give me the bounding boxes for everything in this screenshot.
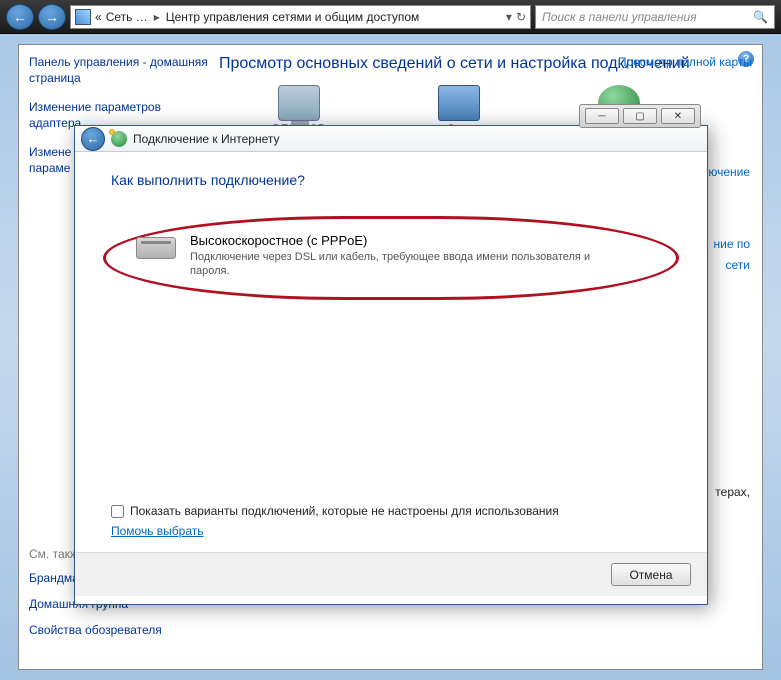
help-choose-link[interactable]: Помочь выбрать [111,524,204,538]
wizard-body: Как выполнить подключение? Высокоскорост… [75,152,707,552]
breadcrumb-item[interactable]: Центр управления сетями и общим доступом [166,10,420,24]
show-all-options-checkbox[interactable] [111,505,124,518]
search-input[interactable]: Поиск в панели управления 🔍 [535,5,775,29]
right-text-fragment: терах, [715,485,750,499]
wizard-title: Подключение к Интернету [133,132,280,146]
minimize-button[interactable]: ─ [585,108,619,124]
cancel-button[interactable]: Отмена [611,563,691,586]
connect-wizard-dialog: ─ ▢ ✕ ← Подключение к Интернету Как выпо… [74,125,708,605]
internet-globe-icon [111,131,127,147]
search-icon: 🔍 [753,10,768,24]
option-title: Высокоскоростное (с PPPoE) [190,233,630,248]
network-icon [438,85,480,121]
breadcrumb[interactable]: « Сеть … ▸ Центр управления сетями и общ… [70,5,531,29]
right-link-fragment[interactable]: лючение [701,165,750,181]
full-map-link[interactable]: Просмотр полной карты [618,55,752,69]
breadcrumb-item[interactable]: Сеть … [106,10,148,24]
wizard-titlebar: ← Подключение к Интернету [75,126,707,152]
right-links: лючение ние по сети [701,195,750,280]
see-also-internet-options[interactable]: Свойства обозревателя [29,623,209,637]
breadcrumb-refresh-icon[interactable]: ↻ [516,10,526,24]
maximize-button[interactable]: ▢ [623,108,657,124]
close-button[interactable]: ✕ [661,108,695,124]
search-placeholder: Поиск в панели управления [542,10,697,24]
breadcrumb-sep: « [95,10,102,24]
nav-back-button[interactable]: ← [6,4,34,30]
breadcrumb-dropdown-icon[interactable]: ▾ [506,10,512,24]
option-description: Подключение через DSL или кабель, требую… [190,250,630,279]
sidebar-home-link[interactable]: Панель управления - домашняя страница [29,55,209,86]
chevron-right-icon: ▸ [152,10,162,24]
show-all-options-label[interactable]: Показать варианты подключений, которые н… [130,504,559,518]
explorer-nav-bar: ← → « Сеть … ▸ Центр управления сетями и… [0,0,781,34]
option-pppoe[interactable]: Высокоскоростное (с PPPoE) Подключение ч… [103,216,679,300]
wizard-footer: Отмена [75,552,707,596]
wizard-heading: Как выполнить подключение? [111,172,671,188]
monitor-icon [278,85,320,121]
right-link-fragment[interactable]: сети [701,258,750,274]
window-controls: ─ ▢ ✕ [579,104,701,128]
control-panel-icon [75,9,91,25]
right-link-fragment[interactable]: ние по [701,237,750,253]
wizard-back-button[interactable]: ← [81,127,105,151]
modem-icon [136,237,176,259]
nav-forward-button[interactable]: → [38,4,66,30]
wizard-bottom: Показать варианты подключений, которые н… [111,504,671,538]
